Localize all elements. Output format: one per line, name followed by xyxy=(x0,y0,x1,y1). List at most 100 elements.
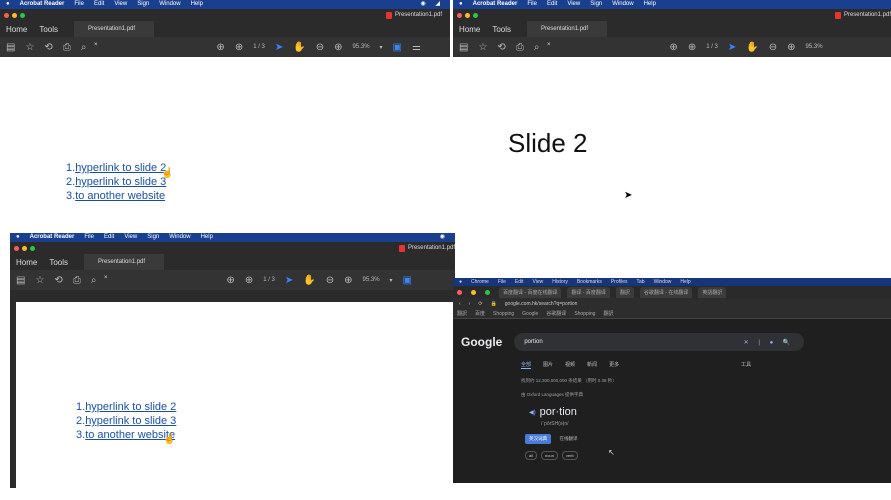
hand-tool-icon[interactable]: ✋ xyxy=(293,42,305,53)
menu-edit[interactable]: Edit xyxy=(547,0,557,9)
menu-profiles[interactable]: Profiles xyxy=(611,278,628,286)
hand-tool-icon[interactable]: ✋ xyxy=(303,275,315,286)
zoom-dropdown-icon[interactable]: ▾ xyxy=(390,277,393,284)
tab-news[interactable]: 新闻 xyxy=(587,361,597,369)
page-indicator[interactable]: 1 / 3 xyxy=(263,277,275,283)
tab-home[interactable]: Home xyxy=(453,25,486,34)
comment-icon[interactable]: ▣ xyxy=(393,42,402,53)
menu-view[interactable]: View xyxy=(567,0,580,9)
bookmark-item[interactable]: Shopping xyxy=(493,311,514,317)
menu-history[interactable]: History xyxy=(552,278,568,286)
zoom-out-icon[interactable]: ⊖ xyxy=(316,42,324,53)
pill-all[interactable]: all xyxy=(525,451,538,460)
menu-bookmarks[interactable]: Bookmarks xyxy=(577,278,602,286)
hyperlink-slide-2[interactable]: hyperlink to slide 2 xyxy=(85,401,176,413)
print-icon[interactable]: ⎙ xyxy=(73,275,81,286)
menu-app-name[interactable]: Acrobat Reader xyxy=(30,233,75,242)
tab-tools[interactable]: Tools xyxy=(486,25,517,34)
dictionary-chip[interactable]: 英汉词典 xyxy=(525,434,551,444)
hyperlink-website[interactable]: to another website xyxy=(75,190,165,202)
pill-verb[interactable]: verb xyxy=(561,451,578,460)
document-tab[interactable]: Presentation1.pdf × xyxy=(74,21,155,48)
select-tool-icon[interactable]: ➤ xyxy=(285,275,293,286)
bookmark-item[interactable]: 百度 xyxy=(475,310,485,317)
tab-videos[interactable]: 视频 xyxy=(565,361,575,369)
tab-tools[interactable]: Tools xyxy=(33,25,64,34)
bookmark-item[interactable]: 翻訳 xyxy=(603,310,613,317)
hyperlink-slide-2[interactable]: hyperlink to slide 2 xyxy=(75,162,166,174)
zoom-window-icon[interactable] xyxy=(20,12,25,18)
hand-tool-icon[interactable]: ✋ xyxy=(746,42,758,53)
apple-icon[interactable]: ● xyxy=(459,278,462,286)
zoom-level[interactable]: 95.3% xyxy=(353,44,370,50)
tab-close-icon[interactable]: × xyxy=(547,42,551,48)
page-down-icon[interactable]: ⊕ xyxy=(235,42,243,53)
menu-view[interactable]: View xyxy=(124,233,137,242)
zoom-in-icon[interactable]: ⊕ xyxy=(787,42,795,53)
tab-tools[interactable]: Tools xyxy=(43,258,74,267)
zoom-in-icon[interactable]: ⊕ xyxy=(344,275,352,286)
tab-all[interactable]: 全部 xyxy=(521,361,532,369)
tab-home[interactable]: Home xyxy=(0,25,33,34)
apple-icon[interactable]: ● xyxy=(16,233,20,242)
menu-file[interactable]: File xyxy=(84,233,94,242)
menu-app-name[interactable]: Acrobat Reader xyxy=(20,0,65,9)
zoom-out-icon[interactable]: ⊖ xyxy=(769,42,777,53)
hyperlink-website[interactable]: to another website xyxy=(85,429,175,441)
google-logo[interactable]: Google xyxy=(461,335,502,349)
menu-edit[interactable]: Edit xyxy=(104,233,114,242)
menu-window[interactable]: Window xyxy=(654,278,672,286)
menu-file[interactable]: File xyxy=(498,278,506,286)
browser-tab[interactable]: 翻译 - 百度翻译 xyxy=(567,286,610,298)
search-input[interactable]: portion xyxy=(524,339,542,345)
pill-noun[interactable]: noun xyxy=(541,451,558,460)
search-icon[interactable]: ⌕ xyxy=(534,42,540,53)
print-icon[interactable]: ⎙ xyxy=(516,42,524,53)
apple-icon[interactable]: ● xyxy=(459,0,463,9)
menu-file[interactable]: File xyxy=(527,0,537,9)
zoom-level[interactable]: 95.3% xyxy=(806,44,823,50)
bookmark-star-icon[interactable]: ☆ xyxy=(35,275,44,286)
close-window-icon[interactable] xyxy=(457,289,462,295)
comment-icon[interactable]: ▣ xyxy=(403,275,412,286)
close-window-icon[interactable] xyxy=(14,245,19,251)
browser-tab[interactable]: 翻訳 xyxy=(615,286,634,298)
bookmark-item[interactable]: 翻訳 xyxy=(457,310,467,317)
browser-tab[interactable]: 谷歌翻译 - 在线翻译 xyxy=(639,286,693,298)
share-icon[interactable]: ⟲ xyxy=(54,275,62,286)
page-indicator[interactable]: 1 / 3 xyxy=(253,44,265,50)
print-icon[interactable]: ⎙ xyxy=(63,42,71,53)
page-indicator[interactable]: 1 / 3 xyxy=(706,44,718,50)
tab-close-icon[interactable]: × xyxy=(104,275,108,281)
hyperlink-slide-3[interactable]: hyperlink to slide 3 xyxy=(75,176,166,188)
close-window-icon[interactable] xyxy=(457,12,462,18)
share-icon[interactable]: ⟲ xyxy=(44,42,52,53)
back-icon[interactable]: ‹ xyxy=(459,301,461,307)
translate-chip[interactable]: 在线翻译 xyxy=(559,436,577,441)
browser-tab[interactable]: 英語翻訳 xyxy=(698,286,727,298)
tab-close-icon[interactable]: × xyxy=(94,42,98,48)
tab-home[interactable]: Home xyxy=(10,258,43,267)
bookmark-star-icon[interactable]: ☆ xyxy=(478,42,487,53)
system-tray-icons[interactable]: ◉ xyxy=(440,233,455,242)
more-tools-icon[interactable]: ⚌ xyxy=(412,42,421,53)
menu-view[interactable]: View xyxy=(114,0,127,9)
minimize-window-icon[interactable] xyxy=(22,245,27,251)
search-icon[interactable]: ⌕ xyxy=(81,42,87,53)
minimize-window-icon[interactable] xyxy=(12,12,17,18)
menu-sign[interactable]: Sign xyxy=(590,0,602,9)
menu-edit[interactable]: Edit xyxy=(515,278,524,286)
menu-edit[interactable]: Edit xyxy=(94,0,104,9)
create-icon[interactable]: ▤ xyxy=(6,42,15,53)
page-up-icon[interactable]: ⊕ xyxy=(226,275,234,286)
share-icon[interactable]: ⟲ xyxy=(497,42,505,53)
menu-tab[interactable]: Tab xyxy=(637,278,645,286)
select-tool-icon[interactable]: ➤ xyxy=(728,42,736,53)
search-tools-icons[interactable]: ✕ | ● 🔍 xyxy=(744,339,805,346)
menu-view[interactable]: View xyxy=(533,278,544,286)
bookmark-item[interactable]: 谷歌翻译 xyxy=(546,310,566,317)
minimize-window-icon[interactable] xyxy=(465,12,470,18)
browser-tab[interactable]: 百度翻译 - 百度在线翻译 xyxy=(499,286,562,298)
hyperlink-slide-3[interactable]: hyperlink to slide 3 xyxy=(85,415,176,427)
page-up-icon[interactable]: ⊕ xyxy=(669,42,677,53)
